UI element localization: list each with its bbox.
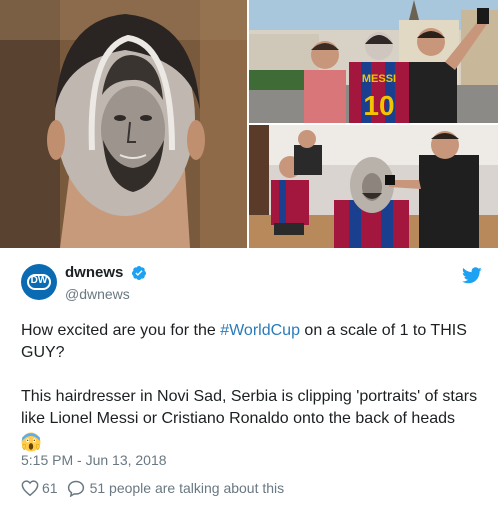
author-block[interactable]: dwnews @dwnews [65,264,147,303]
hashtag-link[interactable]: #WorldCup [220,322,300,339]
avatar-logo-text: DW [30,275,48,286]
jersey-name-text: MESSI [362,73,396,85]
tweet-text-part-1: How excited are you for the [21,322,221,339]
haircut-portrait-image [0,0,247,248]
tweet-paragraph-2: This hairdresser in Novi Sad, Serbia is … [21,386,481,430]
avatar[interactable]: DW [21,264,57,300]
tweet-timestamp[interactable]: 5:15 PM - Jun 13, 2018 [21,451,167,469]
like-count[interactable]: 61 [42,479,58,497]
twitter-bird-icon[interactable] [462,267,482,284]
jersey-number-text: 10 [363,90,394,121]
tweet-paragraph-2-text: This hairdresser in Novi Sad, Serbia is … [21,388,478,427]
author-handle[interactable]: @dwnews [65,285,147,303]
heart-icon[interactable] [21,480,39,496]
media-grid: MESSI 10 [0,0,498,248]
tweet-actions: 61 51 people are talking about this [21,478,284,498]
reply-bubble-icon[interactable] [67,480,85,497]
conversation-count[interactable]: 51 people are talking about this [90,479,285,497]
selfie-street-image: MESSI 10 [249,0,498,123]
author-display-name[interactable]: dwnews [65,264,123,282]
photo-haircut-portrait[interactable] [0,0,247,248]
tweet-paragraph-1: How excited are you for the #WorldCup on… [21,320,481,364]
tweet-card: DW dwnews @dwnews How excited are you fo… [0,248,498,506]
photo-barber-at-work[interactable] [249,125,498,248]
barber-at-work-image [249,125,498,248]
tweet-text: How excited are you for the #WorldCup on… [21,320,481,455]
verified-badge-icon [131,266,146,280]
screaming-face-emoji [21,432,41,452]
photo-selfie-street[interactable]: MESSI 10 [249,0,498,123]
